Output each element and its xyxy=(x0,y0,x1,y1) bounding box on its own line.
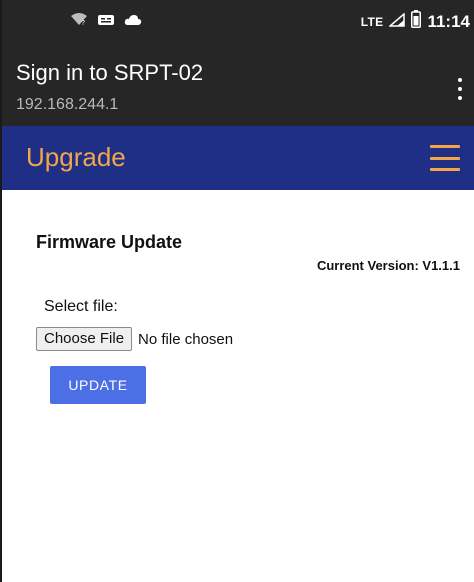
main-content: Firmware Update Current Version: V1.1.1 … xyxy=(2,190,474,582)
update-button[interactable]: UPDATE xyxy=(50,366,146,404)
choose-file-button[interactable]: Choose File xyxy=(36,327,133,351)
clock: 11:14 xyxy=(427,11,470,31)
section-title: Firmware Update xyxy=(36,232,183,252)
app-header: Upgrade xyxy=(2,126,474,190)
status-icons-right: LTE 11:14 xyxy=(361,10,470,33)
page-title: Sign in to SRPT-02 xyxy=(16,60,204,85)
select-file-label: Select file: xyxy=(44,298,118,315)
signal-icon xyxy=(388,11,406,32)
app-title[interactable]: Upgrade xyxy=(26,142,126,173)
network-type-label: LTE xyxy=(360,14,384,29)
status-bar: ? LTE 11:14 xyxy=(2,0,474,44)
phone-frame: ? LTE 11:14 Sign in to SRPT-02 192.168.2… xyxy=(0,0,474,582)
status-icons-left: ? xyxy=(70,12,142,31)
battery-icon xyxy=(411,10,422,33)
hamburger-menu-icon[interactable] xyxy=(430,145,460,171)
cloud-icon xyxy=(124,13,142,31)
current-version-label: Current Version: V1.1.1 xyxy=(316,258,460,273)
browser-toolbar: Sign in to SRPT-02 192.168.244.1 xyxy=(2,44,474,126)
wifi-question-icon: ? xyxy=(70,12,88,31)
more-vert-icon[interactable] xyxy=(454,78,466,100)
file-status-text: No file chosen xyxy=(138,330,234,348)
message-icon xyxy=(98,13,114,31)
file-input: Choose File No file chosen xyxy=(36,327,233,351)
page-url: 192.168.244.1 xyxy=(16,96,119,113)
svg-text:?: ? xyxy=(81,20,85,26)
